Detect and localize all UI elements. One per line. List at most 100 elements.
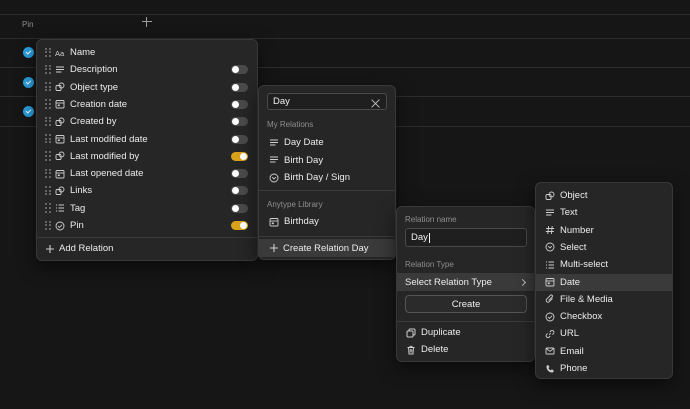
relation-name-label: Relation name bbox=[405, 215, 457, 224]
duplicate-label: Duplicate bbox=[421, 327, 461, 338]
email-icon bbox=[545, 346, 555, 356]
column-item-object-type[interactable]: Object type bbox=[37, 79, 257, 96]
create-relation-item[interactable]: Create Relation Day bbox=[259, 239, 395, 257]
visibility-toggle[interactable] bbox=[231, 99, 248, 109]
object-icon bbox=[545, 191, 555, 201]
column-item-label: Name bbox=[70, 47, 96, 58]
column-item-created-by[interactable]: Created by bbox=[37, 113, 257, 130]
relation-item-birth-day-sign[interactable]: Birth Day / Sign bbox=[259, 169, 395, 186]
column-item-description[interactable]: Description bbox=[37, 61, 257, 78]
relation-search-input[interactable]: Day bbox=[267, 93, 387, 110]
column-item-last-opened-date[interactable]: Last opened date bbox=[37, 165, 257, 182]
visibility-toggle[interactable] bbox=[231, 203, 248, 213]
clear-search-icon[interactable] bbox=[371, 99, 380, 108]
drag-handle-icon[interactable] bbox=[45, 99, 51, 109]
type-item-label: Multi-select bbox=[560, 259, 609, 271]
visibility-toggle[interactable] bbox=[231, 151, 248, 161]
drag-handle-icon[interactable] bbox=[45, 134, 51, 144]
column-item-label: Object type bbox=[70, 81, 119, 93]
duplicate-icon bbox=[406, 328, 416, 338]
column-item-name[interactable]: Aa Name bbox=[37, 44, 257, 61]
relation-name-value: Day bbox=[411, 232, 428, 243]
drag-handle-icon[interactable] bbox=[45, 116, 51, 127]
text-lines-icon bbox=[545, 208, 555, 218]
duplicate-item[interactable]: Duplicate bbox=[397, 324, 534, 341]
type-item-label: Date bbox=[560, 276, 581, 288]
date-icon bbox=[269, 217, 279, 227]
drag-handle-icon[interactable] bbox=[45, 151, 51, 161]
type-item-label: Object bbox=[560, 190, 588, 201]
relation-search-menu: Day My Relations Day Date Birth Day Birth … bbox=[258, 85, 396, 260]
type-item-label: Phone bbox=[560, 363, 588, 374]
type-item-phone[interactable]: Phone bbox=[536, 360, 672, 377]
text-caret bbox=[428, 232, 430, 243]
object-icon bbox=[55, 151, 65, 161]
row-checkbox-checked[interactable] bbox=[23, 106, 34, 117]
select-relation-type-label: Select Relation Type bbox=[405, 276, 492, 288]
object-icon bbox=[55, 82, 65, 92]
paperclip-icon bbox=[545, 294, 555, 304]
divider bbox=[397, 321, 534, 322]
drag-handle-icon[interactable] bbox=[45, 47, 51, 58]
my-relations-header: My Relations bbox=[267, 120, 314, 129]
relation-item-birth-day[interactable]: Birth Day bbox=[259, 152, 395, 169]
date-icon bbox=[55, 169, 65, 179]
visibility-toggle[interactable] bbox=[231, 117, 248, 127]
column-item-pin[interactable]: Pin bbox=[37, 217, 257, 234]
phone-icon bbox=[545, 364, 555, 374]
relation-item-label: Birthday bbox=[284, 216, 319, 227]
create-button[interactable]: Create bbox=[405, 295, 527, 313]
multiselect-icon bbox=[545, 260, 555, 270]
date-icon bbox=[55, 99, 65, 109]
relation-item-label: Birth Day / Sign bbox=[284, 172, 350, 183]
new-relation-form: Relation name Day Relation Type Select R… bbox=[396, 206, 535, 362]
relation-item-birthday[interactable]: Birthday bbox=[259, 213, 395, 230]
checkbox-icon bbox=[545, 312, 555, 322]
row-checkbox-checked[interactable] bbox=[23, 47, 34, 58]
drag-handle-icon[interactable] bbox=[45, 185, 51, 196]
text-lines-icon bbox=[269, 155, 279, 165]
visibility-toggle[interactable] bbox=[231, 221, 248, 230]
type-item-email[interactable]: Email bbox=[536, 343, 672, 360]
type-item-checkbox[interactable]: Checkbox bbox=[536, 308, 672, 325]
drag-handle-icon[interactable] bbox=[45, 64, 51, 75]
drag-handle-icon[interactable] bbox=[45, 168, 51, 179]
column-item-last-modified-by[interactable]: Last modified by bbox=[37, 148, 257, 165]
multiselect-icon bbox=[55, 203, 65, 213]
visibility-toggle[interactable] bbox=[231, 134, 248, 144]
drag-handle-icon[interactable] bbox=[45, 82, 51, 92]
drag-handle-icon[interactable] bbox=[45, 203, 51, 213]
column-header-pin[interactable]: Pin bbox=[22, 20, 34, 29]
type-item-label: Number bbox=[560, 224, 594, 236]
visibility-toggle[interactable] bbox=[231, 65, 248, 75]
relation-name-input[interactable]: Day bbox=[405, 228, 527, 247]
select-relation-type[interactable]: Select Relation Type bbox=[397, 273, 534, 291]
visibility-toggle[interactable] bbox=[231, 82, 248, 92]
add-relation-button[interactable]: Add Relation bbox=[37, 240, 257, 257]
column-item-label: Last modified by bbox=[70, 150, 140, 162]
type-item-number[interactable]: Number bbox=[536, 222, 672, 239]
type-item-select[interactable]: Select bbox=[536, 239, 672, 256]
type-item-file-media[interactable]: File & Media bbox=[536, 291, 672, 308]
row-checkbox-checked[interactable] bbox=[23, 77, 34, 88]
hash-icon bbox=[545, 225, 555, 235]
column-item-last-modified-date[interactable]: Last modified date bbox=[37, 131, 257, 148]
column-item-links[interactable]: Links bbox=[37, 182, 257, 199]
type-item-multi-select[interactable]: Multi-select bbox=[536, 256, 672, 273]
divider bbox=[259, 190, 395, 191]
drag-handle-icon[interactable] bbox=[45, 220, 51, 231]
column-item-creation-date[interactable]: Creation date bbox=[37, 96, 257, 113]
visibility-toggle[interactable] bbox=[231, 169, 248, 179]
checkbox-icon bbox=[55, 221, 65, 231]
type-item-text[interactable]: Text bbox=[536, 204, 672, 221]
type-item-url[interactable]: URL bbox=[536, 325, 672, 342]
type-item-object[interactable]: Object bbox=[536, 187, 672, 204]
column-item-tag[interactable]: Tag bbox=[37, 200, 257, 217]
relation-item-day-date[interactable]: Day Date bbox=[259, 134, 395, 151]
type-item-label: File & Media bbox=[560, 293, 613, 305]
type-item-date[interactable]: Date bbox=[536, 273, 672, 291]
visibility-toggle[interactable] bbox=[231, 186, 248, 196]
plus-icon bbox=[45, 244, 55, 254]
add-column-icon[interactable] bbox=[140, 15, 154, 29]
delete-item[interactable]: Delete bbox=[397, 341, 534, 358]
